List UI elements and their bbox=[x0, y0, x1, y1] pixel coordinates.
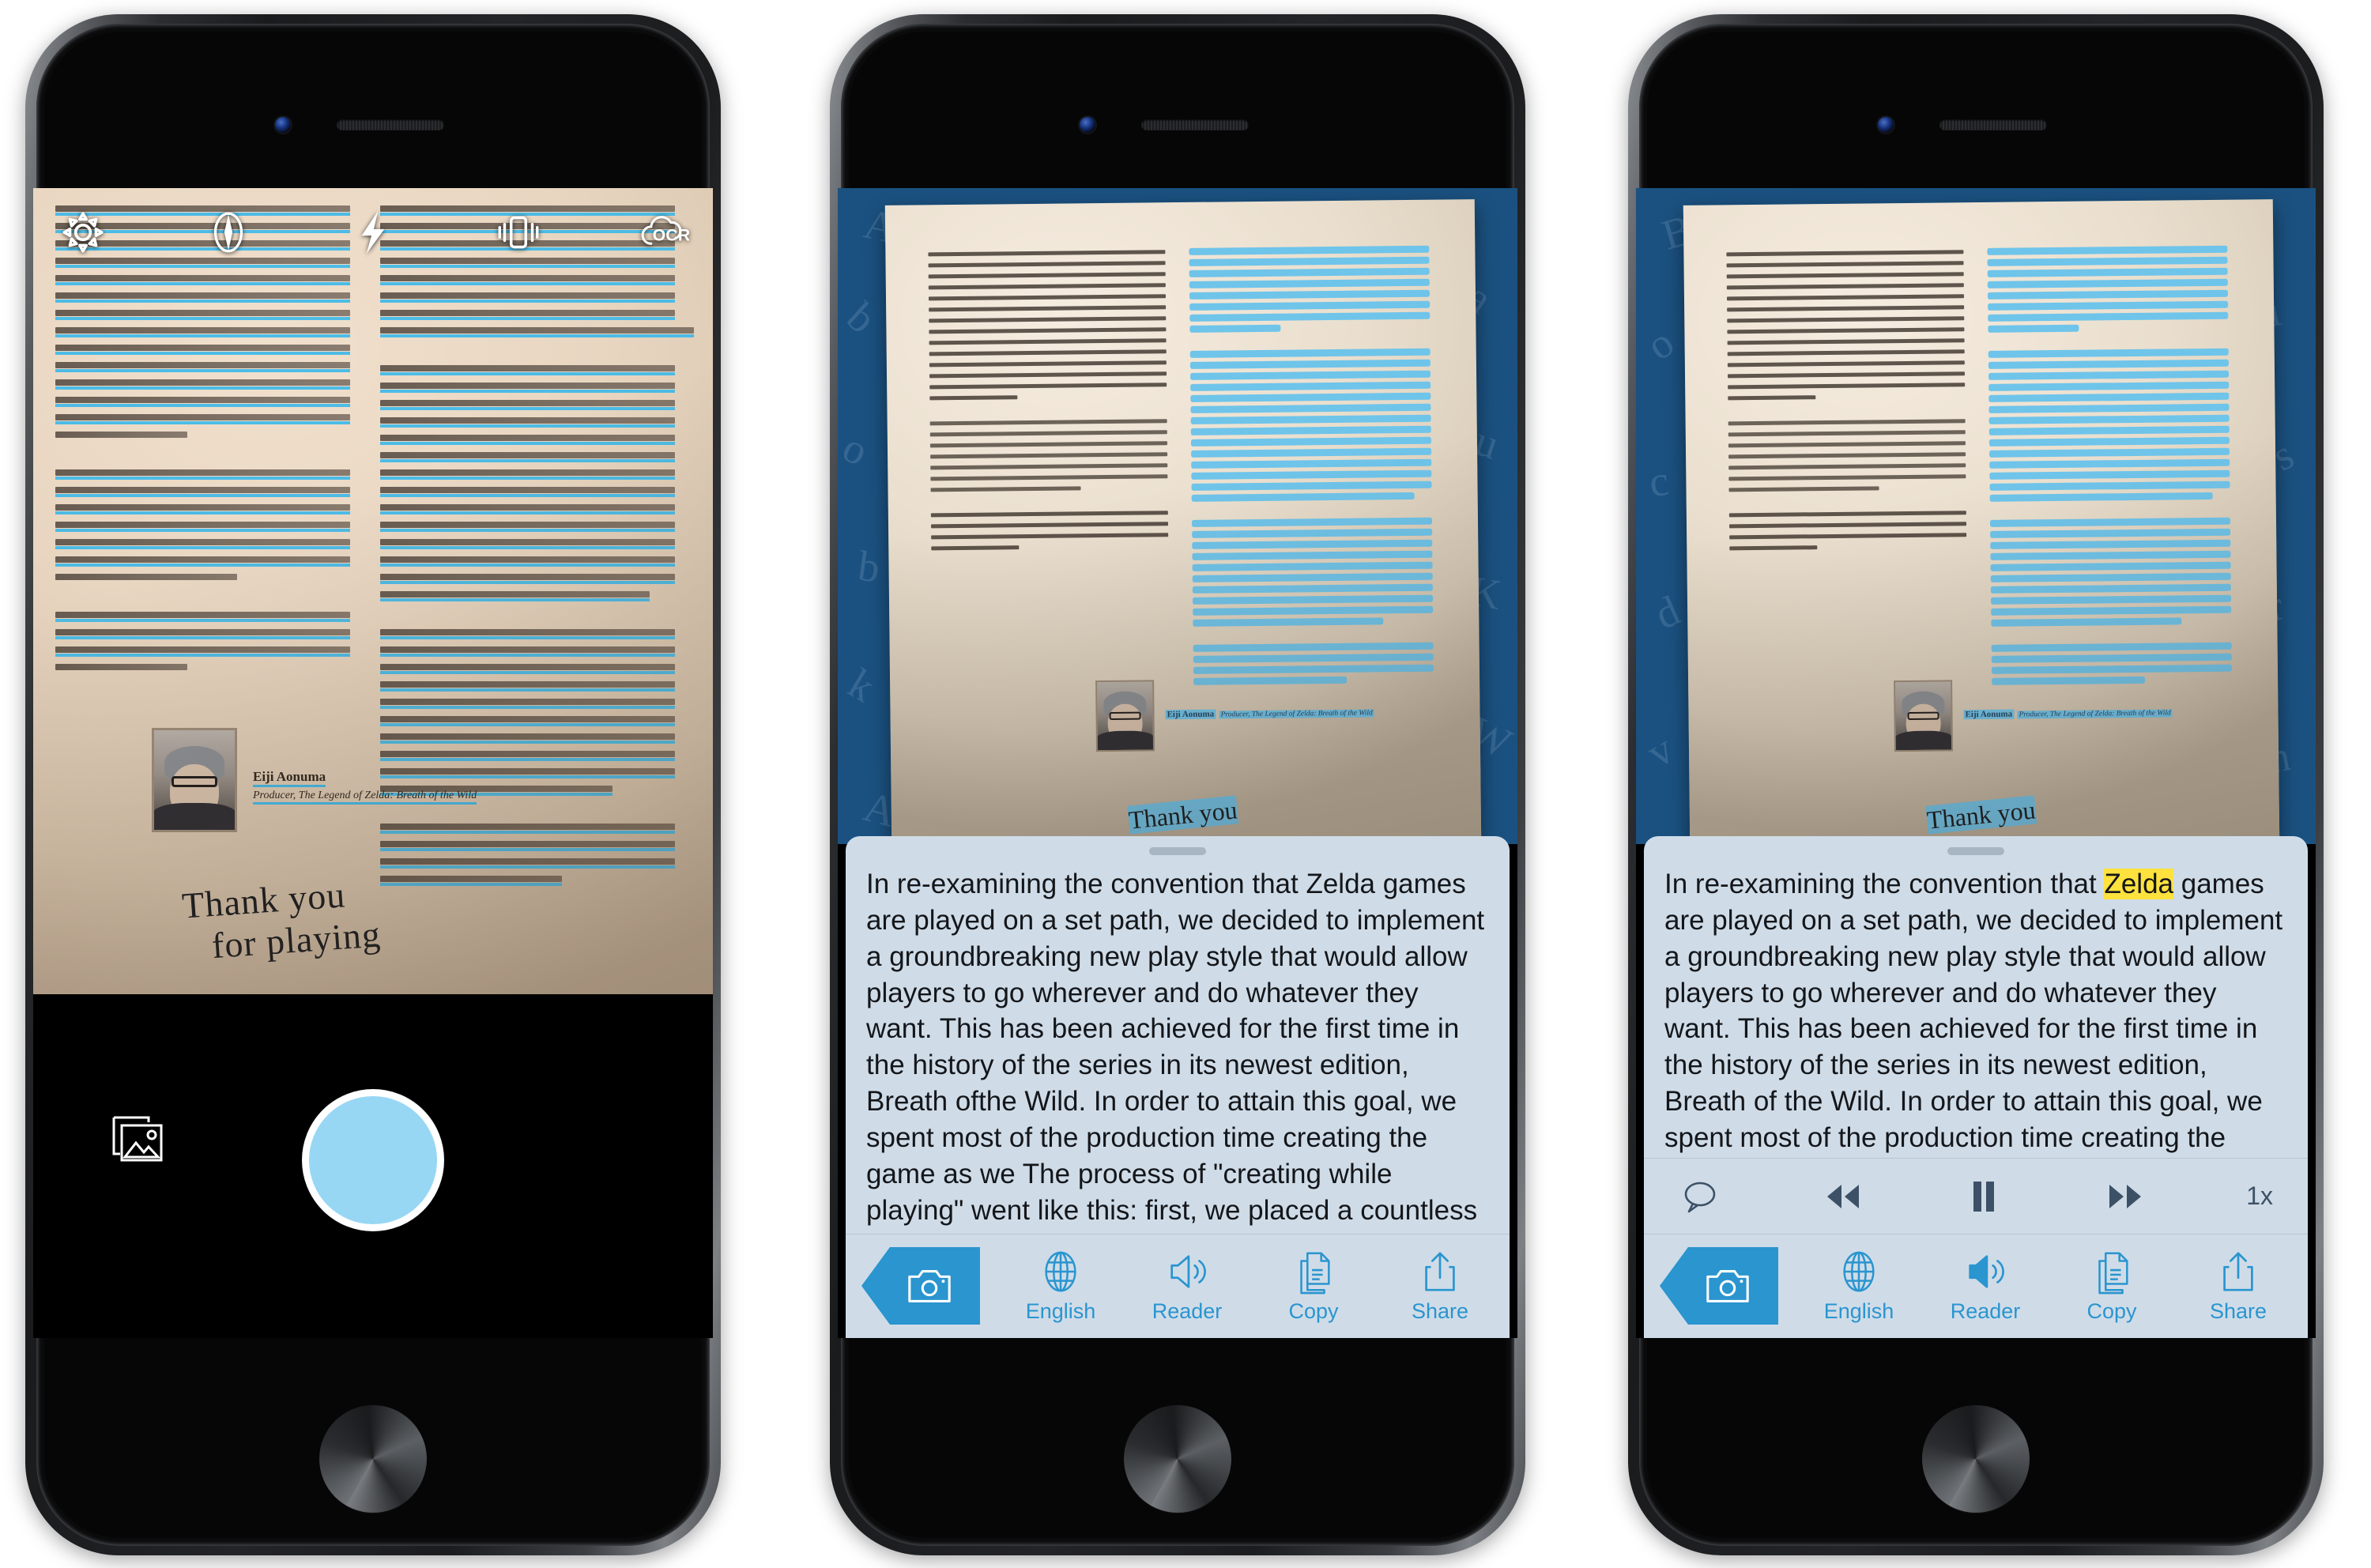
author-name: Eiji Aonuma bbox=[1963, 709, 2015, 720]
phone-1-screen: Eiji Aonuma Producer, The Legend of Zeld… bbox=[33, 188, 713, 1338]
author-name: Eiji Aonuma bbox=[253, 769, 326, 787]
author-role: Producer, The Legend of Zelda: Breath of… bbox=[253, 790, 477, 805]
english-column bbox=[1988, 247, 2245, 844]
japanese-column bbox=[1726, 250, 1982, 844]
handwriting-text: Thank you bbox=[1925, 795, 2037, 835]
handwritten-note: Thank you for playing bbox=[181, 873, 383, 970]
handwritten-note: Thank you bbox=[1925, 795, 2037, 835]
handwriting-line-2: for playing bbox=[210, 914, 383, 967]
scanned-document-photo[interactable]: Eiji Aonuma Producer, The Legend of Zeld… bbox=[1683, 199, 2280, 844]
author-block: Eiji Aonuma Producer, The Legend of Zeld… bbox=[1095, 677, 1374, 752]
shutter-button[interactable] bbox=[302, 1089, 444, 1231]
scanned-photo-area: B f o p c t d z v e K i W s Y r L bbox=[1636, 188, 2316, 844]
earpiece-speaker bbox=[1141, 119, 1249, 130]
camera-toolbar: OCR bbox=[33, 194, 713, 270]
copy-label: Copy bbox=[2086, 1299, 2137, 1323]
fast-forward-icon[interactable] bbox=[2105, 1175, 2147, 1218]
reader-button[interactable]: Reader bbox=[1144, 1249, 1230, 1324]
front-camera bbox=[1878, 117, 1894, 133]
highlighted-word: Zelda bbox=[2104, 869, 2174, 899]
language-label: English bbox=[1025, 1299, 1096, 1323]
author-block: Eiji Aonuma Producer, The Legend of Zeld… bbox=[152, 728, 477, 832]
screenshot-stage: Eiji Aonuma Producer, The Legend of Zeld… bbox=[0, 0, 2371, 1568]
phone-device-2: A y b g o a b m k q A W a G u x K bbox=[830, 14, 1525, 1555]
copy-button[interactable]: Copy bbox=[2069, 1249, 2154, 1324]
flash-icon[interactable] bbox=[347, 206, 399, 258]
author-portrait bbox=[1095, 680, 1155, 752]
copy-button[interactable]: Copy bbox=[1271, 1249, 1356, 1324]
author-block: Eiji Aonuma Producer, The Legend of Zeld… bbox=[1894, 677, 2173, 752]
sheet-drag-handle[interactable] bbox=[1947, 847, 2004, 855]
home-button[interactable] bbox=[319, 1405, 427, 1513]
phone-2-screen: A y b g o a b m k q A W a G u x K bbox=[838, 188, 1517, 1338]
rewind-icon[interactable] bbox=[1821, 1175, 1864, 1218]
reader-label: Reader bbox=[1152, 1299, 1223, 1323]
phone-3-screen: B f o p c t d z v e K i W s Y r L bbox=[1636, 188, 2316, 1338]
svg-text:OCR: OCR bbox=[653, 226, 689, 245]
share-button[interactable]: Share bbox=[2196, 1249, 2281, 1324]
recognized-text[interactable]: In re-examining the convention that Zeld… bbox=[846, 858, 1510, 1234]
author-credit: Eiji Aonuma Producer, The Legend of Zeld… bbox=[1165, 677, 1374, 751]
action-buttons: English Reader Copy Share bbox=[1816, 1249, 2308, 1324]
language-label: English bbox=[1823, 1299, 1894, 1323]
reader-button[interactable]: Reader bbox=[1943, 1249, 2028, 1324]
japanese-column bbox=[928, 250, 1184, 844]
phone-device-1: Eiji Aonuma Producer, The Legend of Zeld… bbox=[25, 14, 721, 1555]
share-label: Share bbox=[1411, 1299, 1469, 1323]
scanned-document-photo[interactable]: Eiji Aonuma Producer, The Legend of Zeld… bbox=[884, 199, 1482, 844]
sheet-drag-handle[interactable] bbox=[1149, 847, 1206, 855]
handwriting-line-1: Thank you bbox=[180, 874, 347, 926]
language-button[interactable]: English bbox=[1816, 1249, 1902, 1324]
action-bar: English Reader Copy Share bbox=[846, 1234, 1510, 1338]
english-column bbox=[380, 205, 694, 994]
handwritten-note: Thank you bbox=[1127, 795, 1238, 835]
scanned-photo-area: A y b g o a b m k q A W a G u x K bbox=[838, 188, 1517, 844]
document-columns bbox=[885, 199, 1481, 844]
pause-icon[interactable] bbox=[1962, 1175, 2005, 1218]
handwriting-text: Thank you bbox=[1127, 795, 1238, 835]
english-column bbox=[1190, 247, 1446, 844]
author-role: Producer, The Legend of Zelda: Breath of… bbox=[2017, 709, 2173, 719]
author-portrait bbox=[152, 728, 237, 832]
earpiece-speaker bbox=[337, 119, 444, 130]
document-columns bbox=[33, 188, 713, 994]
reader-label: Reader bbox=[1950, 1299, 2021, 1323]
vibrate-icon[interactable] bbox=[492, 206, 545, 258]
author-name: Eiji Aonuma bbox=[1165, 709, 1216, 720]
author-credit: Eiji Aonuma Producer, The Legend of Zeld… bbox=[253, 728, 477, 805]
playback-bar: 1x bbox=[1644, 1158, 2308, 1234]
front-camera bbox=[1080, 117, 1095, 133]
home-button[interactable] bbox=[1124, 1405, 1231, 1513]
ocr-result-sheet: In re-examining the convention that Zeld… bbox=[1644, 836, 2308, 1338]
gallery-icon[interactable] bbox=[109, 1111, 168, 1165]
action-bar: English Reader Copy Share bbox=[1644, 1234, 2308, 1338]
share-label: Share bbox=[2209, 1299, 2267, 1323]
ocr-cloud-icon[interactable]: OCR bbox=[637, 206, 689, 258]
share-button[interactable]: Share bbox=[1397, 1249, 1483, 1324]
camera-back-button[interactable] bbox=[861, 1247, 980, 1325]
ocr-result-sheet: In re-examining the convention that Zeld… bbox=[846, 836, 1510, 1338]
action-buttons: English Reader Copy Share bbox=[1018, 1249, 1510, 1324]
camera-back-button[interactable] bbox=[1660, 1247, 1778, 1325]
front-camera bbox=[275, 117, 291, 133]
compass-icon[interactable] bbox=[202, 206, 254, 258]
playback-rate[interactable]: 1x bbox=[2246, 1182, 2273, 1211]
home-button[interactable] bbox=[1922, 1405, 2030, 1513]
japanese-column bbox=[55, 205, 369, 994]
gear-icon[interactable] bbox=[57, 206, 109, 258]
text-after-highlight: games are played on a set path, we decid… bbox=[1664, 869, 2283, 1153]
author-role: Producer, The Legend of Zelda: Breath of… bbox=[1219, 709, 1374, 719]
text-before-highlight: In re-examining the convention that bbox=[1664, 869, 2105, 899]
recognized-text[interactable]: In re-examining the convention that Zeld… bbox=[1644, 858, 2308, 1158]
camera-controls-bar bbox=[33, 994, 713, 1338]
document-columns bbox=[1683, 199, 2279, 844]
language-button[interactable]: English bbox=[1018, 1249, 1103, 1324]
earpiece-speaker bbox=[1939, 119, 2047, 130]
author-portrait bbox=[1894, 680, 1954, 752]
phone-device-3: B f o p c t d z v e K i W s Y r L bbox=[1628, 14, 2324, 1555]
speech-bubble-icon[interactable] bbox=[1679, 1175, 1721, 1218]
copy-label: Copy bbox=[1288, 1299, 1339, 1323]
camera-viewfinder-document: Eiji Aonuma Producer, The Legend of Zeld… bbox=[33, 188, 713, 994]
author-credit: Eiji Aonuma Producer, The Legend of Zeld… bbox=[1963, 677, 2173, 751]
